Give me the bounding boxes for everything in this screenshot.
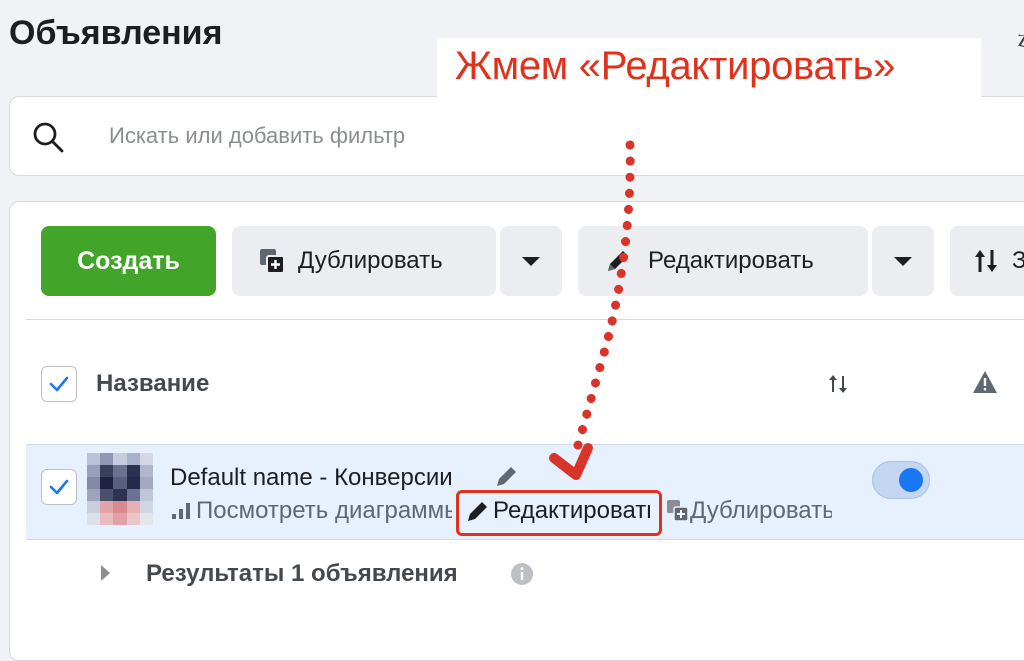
sort-icon — [975, 250, 997, 272]
select-all-checkbox[interactable] — [41, 366, 77, 402]
pencil-icon[interactable] — [494, 463, 520, 489]
view-charts-link[interactable]: Посмотреть диаграммы — [170, 497, 452, 525]
create-button-label: Создать — [77, 246, 180, 275]
view-charts-label: Посмотреть диаграммы — [196, 497, 452, 524]
corner-glyph: ⲍ — [1017, 22, 1024, 52]
duplicate-icon — [260, 249, 285, 274]
row-checkbox[interactable] — [41, 469, 77, 505]
search-icon — [33, 122, 64, 153]
duplicate-icon — [667, 500, 689, 522]
column-header-name[interactable]: Название — [96, 370, 209, 398]
duplicate-button-label: Дублировать — [298, 247, 443, 274]
ad-thumbnail — [87, 453, 153, 525]
annotation-callout: Жмем «Редактировать» — [437, 38, 981, 100]
checkmark-icon — [49, 479, 69, 495]
edit-button-label: Редактировать — [648, 247, 814, 274]
sort-button[interactable]: З — [950, 226, 1024, 296]
checkmark-icon — [49, 376, 69, 392]
row-duplicate-label: Дублировать — [690, 497, 832, 524]
toggle-knob — [899, 468, 923, 492]
search-bar[interactable]: Искать или добавить фильтр — [9, 96, 1024, 176]
info-icon[interactable] — [510, 562, 534, 586]
page-title: Объявления — [9, 14, 223, 52]
edit-dropdown-button[interactable] — [872, 226, 934, 296]
annotation-arrow — [549, 140, 635, 480]
ad-status-toggle[interactable] — [872, 461, 930, 499]
duplicate-button[interactable]: Дублировать — [232, 226, 496, 296]
caret-down-icon — [894, 256, 912, 266]
ad-name[interactable]: Default name - Конверсии — [170, 464, 453, 492]
chevron-right-icon[interactable] — [101, 565, 110, 581]
bar-chart-icon — [172, 503, 190, 519]
sort-button-label: З — [1012, 247, 1024, 274]
edit-highlight-frame — [456, 490, 662, 536]
annotation-text: Жмем «Редактировать» — [455, 44, 896, 88]
search-input[interactable]: Искать или добавить фильтр — [109, 123, 405, 149]
create-button[interactable]: Создать — [41, 226, 216, 296]
warning-icon — [973, 371, 997, 393]
row-duplicate-link[interactable]: Дублировать — [666, 497, 832, 525]
sort-icon[interactable] — [826, 372, 850, 396]
caret-down-icon — [522, 256, 540, 266]
results-summary: Результаты 1 объявления — [146, 560, 458, 587]
toolbar-divider — [26, 319, 1024, 320]
